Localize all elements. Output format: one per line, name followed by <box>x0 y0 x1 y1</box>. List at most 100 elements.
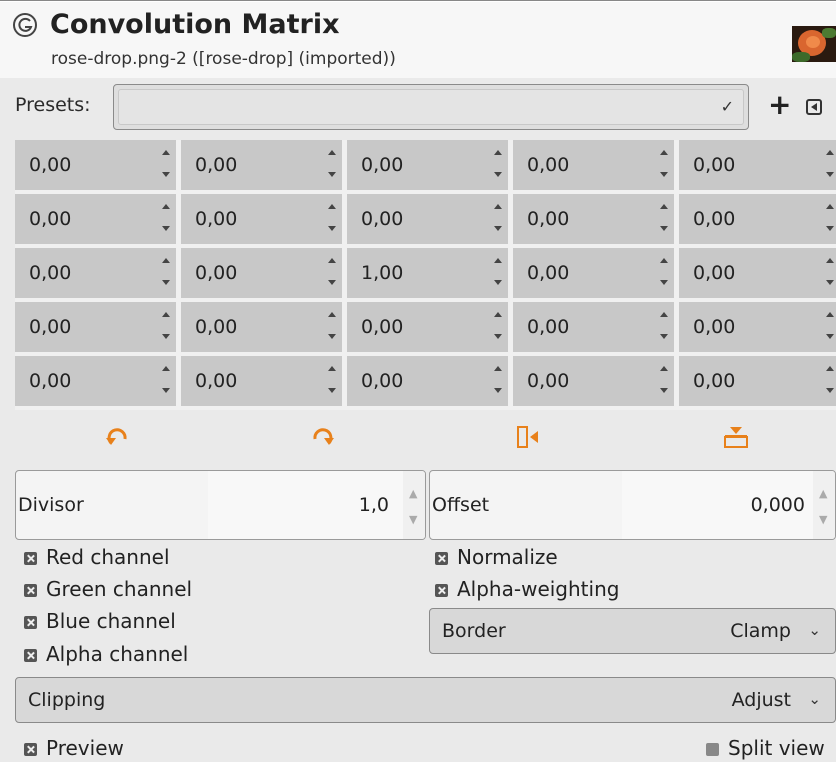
offset-spinner[interactable]: ▲ ▼ <box>813 471 835 539</box>
matrix-cell[interactable]: 0,00 <box>347 356 508 406</box>
matrix-cell-value[interactable]: 0,00 <box>693 370 735 392</box>
border-value[interactable]: Clamp <box>730 620 791 642</box>
spin-down-icon[interactable] <box>660 172 668 177</box>
plus-icon[interactable]: + <box>768 90 791 120</box>
spin-down-icon[interactable] <box>660 334 668 339</box>
spin-up-icon[interactable] <box>660 150 668 155</box>
matrix-cell[interactable]: 0,00 <box>513 248 674 298</box>
spin-down-icon[interactable] <box>162 280 170 285</box>
border-combo[interactable]: Border Clamp ⌄ <box>429 608 836 654</box>
spin-up-icon[interactable] <box>162 204 170 209</box>
spin-down-icon[interactable] <box>328 388 336 393</box>
blue-channel-checkbox[interactable]: Blue channel <box>24 608 176 634</box>
matrix-cell-spinner[interactable] <box>324 302 342 352</box>
matrix-cell[interactable]: 0,00 <box>679 140 836 190</box>
matrix-cell-value[interactable]: 0,00 <box>527 262 569 284</box>
matrix-cell-value[interactable]: 0,00 <box>527 154 569 176</box>
matrix-cell[interactable]: 0,00 <box>15 194 176 244</box>
spin-up-icon[interactable] <box>328 366 336 371</box>
offset-field[interactable]: Offset 0,000 ▲ ▼ <box>429 470 836 540</box>
offset-value[interactable]: 0,000 <box>751 494 805 516</box>
matrix-cell[interactable]: 0,00 <box>513 140 674 190</box>
spin-down-icon[interactable]: ▼ <box>409 513 417 526</box>
matrix-cell-value[interactable]: 0,00 <box>361 208 403 230</box>
split-view-checkbox[interactable]: Split view <box>706 735 825 761</box>
matrix-cell-spinner[interactable] <box>324 356 342 406</box>
matrix-cell-spinner[interactable] <box>656 302 674 352</box>
matrix-cell-spinner[interactable] <box>822 248 836 298</box>
matrix-cell-spinner[interactable] <box>324 140 342 190</box>
spin-down-icon[interactable] <box>328 226 336 231</box>
matrix-cell-value[interactable]: 0,00 <box>29 316 71 338</box>
matrix-cell[interactable]: 0,00 <box>181 248 342 298</box>
spin-down-icon[interactable]: ▼ <box>819 513 827 526</box>
checkbox-checked-icon[interactable] <box>24 552 37 565</box>
spin-up-icon[interactable]: ▲ <box>409 487 417 500</box>
matrix-cell-value[interactable]: 0,00 <box>29 262 71 284</box>
matrix-cell[interactable]: 0,00 <box>181 194 342 244</box>
matrix-cell-value[interactable]: 0,00 <box>195 370 237 392</box>
chevron-down-icon[interactable]: ⌄ <box>808 621 821 639</box>
spin-up-icon[interactable]: ▲ <box>819 487 827 500</box>
matrix-cell-spinner[interactable] <box>158 356 176 406</box>
spin-up-icon[interactable] <box>494 312 502 317</box>
spin-down-icon[interactable] <box>494 334 502 339</box>
rotate-ccw-icon[interactable] <box>104 425 132 449</box>
spin-up-icon[interactable] <box>826 204 834 209</box>
chevron-down-icon[interactable]: ✓ <box>721 97 734 116</box>
matrix-cell-value[interactable]: 0,00 <box>527 316 569 338</box>
checkbox-checked-icon[interactable] <box>24 616 37 629</box>
spin-up-icon[interactable] <box>162 258 170 263</box>
matrix-cell[interactable]: 1,00 <box>347 248 508 298</box>
matrix-cell[interactable]: 0,00 <box>513 194 674 244</box>
matrix-cell-spinner[interactable] <box>656 194 674 244</box>
spin-up-icon[interactable] <box>660 258 668 263</box>
spin-down-icon[interactable] <box>826 280 834 285</box>
spin-down-icon[interactable] <box>162 334 170 339</box>
spin-down-icon[interactable] <box>328 280 336 285</box>
matrix-cell[interactable]: 0,00 <box>181 356 342 406</box>
matrix-cell-spinner[interactable] <box>490 140 508 190</box>
matrix-cell[interactable]: 0,00 <box>679 248 836 298</box>
matrix-cell-value[interactable]: 0,00 <box>527 208 569 230</box>
spin-up-icon[interactable] <box>826 258 834 263</box>
spin-up-icon[interactable] <box>162 150 170 155</box>
matrix-cell-value[interactable]: 0,00 <box>693 316 735 338</box>
presets-combo-entry[interactable] <box>118 89 744 125</box>
flip-horizontal-icon[interactable] <box>516 425 544 449</box>
spin-up-icon[interactable] <box>328 150 336 155</box>
spin-down-icon[interactable] <box>494 280 502 285</box>
matrix-cell-spinner[interactable] <box>822 194 836 244</box>
spin-up-icon[interactable] <box>494 150 502 155</box>
matrix-cell[interactable]: 0,00 <box>513 356 674 406</box>
spin-down-icon[interactable] <box>826 226 834 231</box>
matrix-cell[interactable]: 0,00 <box>679 356 836 406</box>
checkbox-checked-icon[interactable] <box>24 584 37 597</box>
spin-up-icon[interactable] <box>826 312 834 317</box>
spin-up-icon[interactable] <box>660 204 668 209</box>
matrix-cell-spinner[interactable] <box>158 194 176 244</box>
presets-combo[interactable]: ✓ <box>113 84 749 130</box>
clipping-value[interactable]: Adjust <box>732 689 791 711</box>
matrix-cell-value[interactable]: 0,00 <box>195 208 237 230</box>
matrix-cell-spinner[interactable] <box>656 356 674 406</box>
spin-up-icon[interactable] <box>162 366 170 371</box>
spin-down-icon[interactable] <box>162 388 170 393</box>
spin-down-icon[interactable] <box>328 334 336 339</box>
matrix-cell-spinner[interactable] <box>490 194 508 244</box>
matrix-cell-spinner[interactable] <box>490 302 508 352</box>
matrix-cell-spinner[interactable] <box>490 356 508 406</box>
matrix-cell[interactable]: 0,00 <box>15 140 176 190</box>
matrix-cell-value[interactable]: 0,00 <box>29 208 71 230</box>
matrix-cell-value[interactable]: 1,00 <box>361 262 403 284</box>
matrix-cell-value[interactable]: 0,00 <box>693 208 735 230</box>
matrix-cell[interactable]: 0,00 <box>513 302 674 352</box>
matrix-cell-spinner[interactable] <box>656 140 674 190</box>
spin-down-icon[interactable] <box>162 172 170 177</box>
spin-up-icon[interactable] <box>328 258 336 263</box>
matrix-cell-spinner[interactable] <box>158 302 176 352</box>
spin-down-icon[interactable] <box>494 172 502 177</box>
matrix-cell[interactable]: 0,00 <box>347 302 508 352</box>
spin-down-icon[interactable] <box>826 334 834 339</box>
matrix-cell-spinner[interactable] <box>490 248 508 298</box>
